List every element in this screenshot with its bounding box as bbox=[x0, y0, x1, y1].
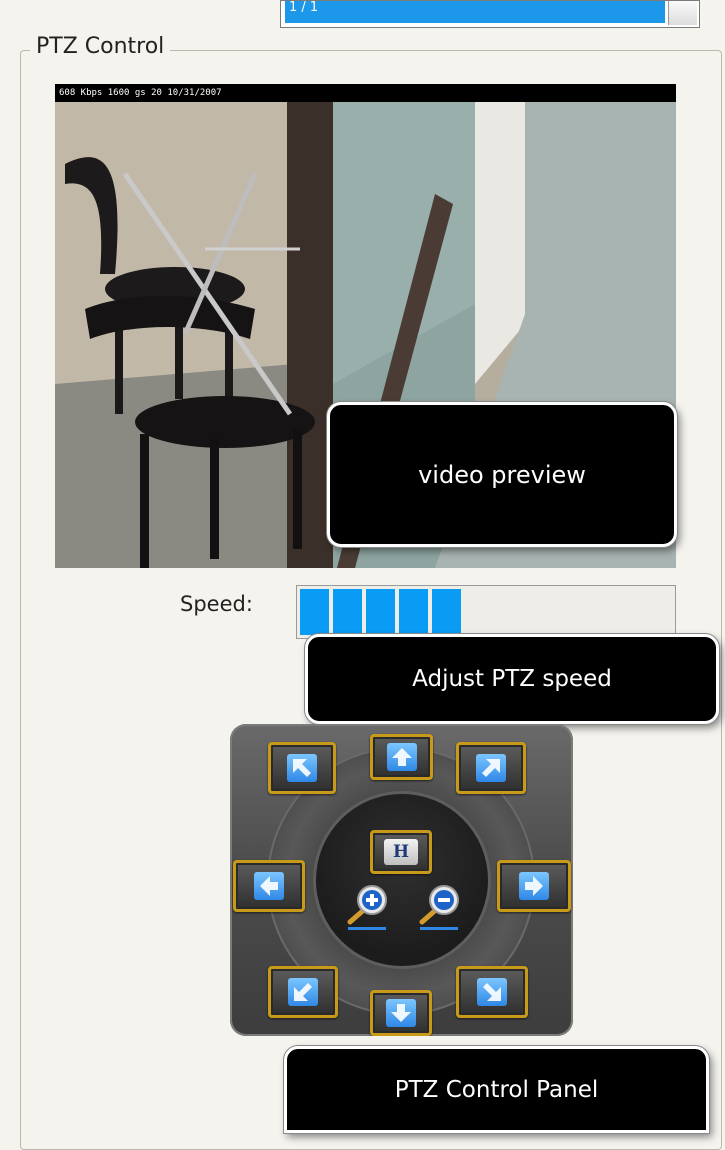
pan-left-button[interactable] bbox=[233, 860, 305, 912]
home-label: H bbox=[392, 842, 410, 862]
speed-segment bbox=[366, 589, 395, 635]
pan-right-button[interactable] bbox=[497, 860, 571, 912]
video-osd-text: 608 Kbps 1600 gs 20 10/31/2007 bbox=[55, 84, 676, 102]
speed-segment bbox=[399, 589, 428, 635]
home-button[interactable]: H bbox=[370, 830, 432, 874]
arrow-right-icon bbox=[519, 872, 549, 900]
pan-up-left-button[interactable] bbox=[268, 742, 336, 794]
speed-segment bbox=[333, 589, 362, 635]
group-title: PTZ Control bbox=[30, 34, 171, 59]
zoom-in-button[interactable] bbox=[342, 880, 392, 932]
channel-select-value: 1 / 1 bbox=[285, 1, 665, 23]
speed-segment bbox=[432, 589, 461, 635]
tilt-down-button[interactable] bbox=[370, 990, 432, 1036]
arrow-left-icon bbox=[254, 872, 284, 900]
arrow-up-left-icon bbox=[287, 754, 317, 782]
arrow-down-icon bbox=[386, 999, 416, 1027]
arrow-up-icon bbox=[386, 743, 417, 771]
ptz-panel-callout: PTZ Control Panel bbox=[284, 1046, 709, 1133]
pan-down-right-button[interactable] bbox=[456, 966, 528, 1018]
speed-callout: Adjust PTZ speed bbox=[305, 634, 719, 724]
tilt-up-button[interactable] bbox=[370, 734, 433, 780]
home-icon: H bbox=[384, 839, 418, 865]
dropdown-arrow-button[interactable] bbox=[668, 1, 697, 25]
arrow-down-right-icon bbox=[477, 978, 507, 1006]
zoom-out-icon bbox=[419, 885, 459, 930]
pan-up-right-button[interactable] bbox=[456, 742, 526, 794]
ptz-control-panel: H bbox=[230, 724, 573, 1036]
speed-slider[interactable] bbox=[296, 585, 676, 639]
speed-label: Speed: bbox=[180, 592, 253, 616]
arrow-up-right-icon bbox=[476, 754, 506, 782]
speed-segment bbox=[300, 589, 329, 635]
zoom-out-button[interactable] bbox=[414, 880, 464, 932]
channel-select[interactable]: 1 / 1 bbox=[280, 0, 700, 28]
video-preview-callout: video preview bbox=[327, 402, 677, 547]
zoom-in-icon bbox=[347, 885, 387, 930]
pan-down-left-button[interactable] bbox=[268, 966, 338, 1018]
arrow-down-left-icon bbox=[288, 978, 318, 1006]
